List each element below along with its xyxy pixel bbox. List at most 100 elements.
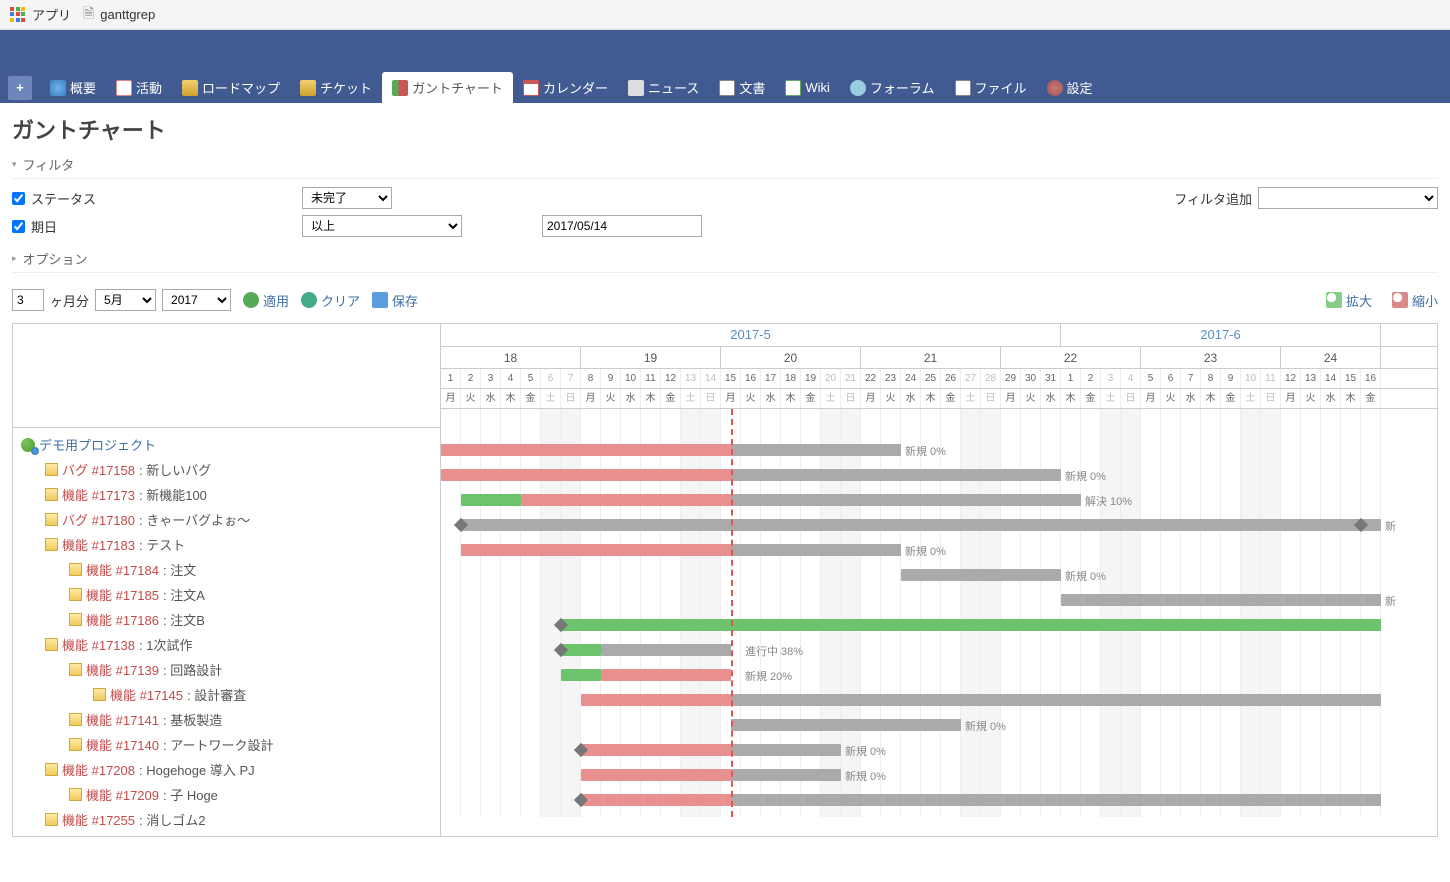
gantt-bar[interactable] xyxy=(731,769,841,781)
bar-row: 新規 0% xyxy=(441,738,1437,763)
ticket-row[interactable]: 機能 #17140: アートワーク設計 xyxy=(13,732,440,757)
ticket-row[interactable]: 機能 #17173: 新機能100 xyxy=(13,482,440,507)
filter-due-label[interactable]: 期日 xyxy=(12,217,292,236)
ticket-link[interactable]: 機能 #17138 xyxy=(62,635,135,654)
nav-tickets[interactable]: チケット xyxy=(290,72,382,103)
gantt-bar[interactable] xyxy=(581,694,731,706)
nav-roadmap[interactable]: ロードマップ xyxy=(172,72,290,103)
ticket-row[interactable]: 機能 #17183: テスト xyxy=(13,532,440,557)
nav-activity[interactable]: 活動 xyxy=(106,72,172,103)
ticket-link[interactable]: 機能 #17208 xyxy=(62,760,135,779)
ticket-row[interactable]: 機能 #17141: 基板製造 xyxy=(13,707,440,732)
filter-status-select[interactable]: 未完了 xyxy=(302,187,392,209)
ticket-link[interactable]: 機能 #17139 xyxy=(86,660,159,679)
ticket-link[interactable]: 機能 #17173 xyxy=(62,485,135,504)
nav-overview[interactable]: 概要 xyxy=(40,72,106,103)
filter-status-label[interactable]: ステータス xyxy=(12,189,292,208)
gantt-bar[interactable] xyxy=(441,444,731,456)
gantt-bar[interactable] xyxy=(731,694,1381,706)
nav-gantt[interactable]: ガントチャート xyxy=(382,72,513,103)
gantt-bar[interactable] xyxy=(521,494,731,506)
apps-shortcut[interactable]: アプリ xyxy=(10,5,71,24)
nav-settings[interactable]: 設定 xyxy=(1037,72,1103,103)
gantt-bar[interactable] xyxy=(1061,594,1381,606)
project-link[interactable]: デモ用プロジェクト xyxy=(39,435,156,454)
controls: ヶ月分 5月 2017 適用 クリア 保存 拡大 縮小 xyxy=(12,289,1438,311)
gantt-bar[interactable] xyxy=(731,544,901,556)
gantt-bar[interactable] xyxy=(901,569,1061,581)
project-row[interactable]: デモ用プロジェクト xyxy=(13,432,440,457)
ticket-subject: : 注文A xyxy=(163,585,205,604)
ticket-link[interactable]: 機能 #17185 xyxy=(86,585,159,604)
gantt-bar[interactable] xyxy=(731,719,961,731)
gantt-right-pane[interactable]: 2017-52017-61819202122232412345678910111… xyxy=(441,324,1437,836)
zoom-in-button[interactable]: 拡大 xyxy=(1326,291,1372,310)
filters-heading[interactable]: フィルタ xyxy=(12,155,1438,179)
gantt-bar[interactable] xyxy=(561,669,601,681)
gantt-bar[interactable] xyxy=(581,794,731,806)
ticket-row[interactable]: 機能 #17138: 1次試作 xyxy=(13,632,440,657)
gantt-bar[interactable] xyxy=(601,644,731,656)
ticket-row[interactable]: 機能 #17145: 設計審査 xyxy=(13,682,440,707)
filter-due-checkbox[interactable] xyxy=(12,220,25,233)
ticket-subject: : テスト xyxy=(139,535,185,554)
gantt-bar[interactable] xyxy=(461,519,1381,531)
roadmap-icon xyxy=(182,80,198,96)
year-select[interactable]: 2017 xyxy=(162,289,231,311)
ticket-row[interactable]: 機能 #17208: Hogehoge 導入 PJ xyxy=(13,757,440,782)
add-button[interactable]: + xyxy=(8,76,32,100)
ticket-link[interactable]: 機能 #17140 xyxy=(86,735,159,754)
gantt-bar[interactable] xyxy=(561,619,1381,631)
filter-due-date-input[interactable] xyxy=(542,215,702,237)
clear-button[interactable]: クリア xyxy=(301,291,360,310)
ticket-row[interactable]: バグ #17158: 新しいバグ xyxy=(13,457,440,482)
ticket-link[interactable]: 機能 #17186 xyxy=(86,610,159,629)
ticket-row[interactable]: 機能 #17186: 注文B xyxy=(13,607,440,632)
bar-row: 新規 0% xyxy=(441,438,1437,463)
nav-docs[interactable]: 文書 xyxy=(709,72,775,103)
ticket-link[interactable]: 機能 #17145 xyxy=(110,685,183,704)
filter-status-checkbox[interactable] xyxy=(12,192,25,205)
ticket-row[interactable]: 機能 #17184: 注文 xyxy=(13,557,440,582)
ticket-row[interactable]: 機能 #17139: 回路設計 xyxy=(13,657,440,682)
ticket-row[interactable]: 機能 #17255: 消しゴム2 xyxy=(13,807,440,832)
ticket-link[interactable]: 機能 #17184 xyxy=(86,560,159,579)
options-heading[interactable]: オプション xyxy=(12,249,1438,273)
gantt-bar[interactable] xyxy=(601,669,731,681)
ticket-link[interactable]: 機能 #17141 xyxy=(86,710,159,729)
gantt-bar[interactable] xyxy=(461,544,731,556)
gantt-bar[interactable] xyxy=(461,494,521,506)
ticket-row[interactable]: 機能 #17209: 子 Hoge xyxy=(13,782,440,807)
filter-due-op-select[interactable]: 以上 xyxy=(302,215,462,237)
gantt-left-header xyxy=(13,324,440,428)
filter-add-select[interactable] xyxy=(1258,187,1438,209)
zoom-out-button[interactable]: 縮小 xyxy=(1392,291,1438,310)
ticket-link[interactable]: バグ #17180 xyxy=(62,510,135,529)
gantt-bar[interactable] xyxy=(581,769,731,781)
save-button[interactable]: 保存 xyxy=(372,291,418,310)
gantt-bar[interactable] xyxy=(581,744,731,756)
month-select[interactable]: 5月 xyxy=(95,289,156,311)
ticket-link[interactable]: 機能 #17255 xyxy=(62,810,135,829)
gantt-bar[interactable] xyxy=(441,469,731,481)
ticket-link[interactable]: バグ #17158 xyxy=(62,460,135,479)
gantt-bar[interactable] xyxy=(731,494,1081,506)
gantt-bar[interactable] xyxy=(731,794,1381,806)
bar-status-label: 新規 0% xyxy=(965,718,1006,734)
ticket-row[interactable]: バグ #17180: きゃーバグよぉ～ xyxy=(13,507,440,532)
bar-status-label: 新 xyxy=(1385,593,1396,609)
months-input[interactable] xyxy=(12,289,44,311)
apply-button[interactable]: 適用 xyxy=(243,291,289,310)
nav-forum[interactable]: フォーラム xyxy=(840,72,945,103)
gantt-bar[interactable] xyxy=(731,469,1061,481)
ticket-row[interactable]: 機能 #17185: 注文A xyxy=(13,582,440,607)
ticket-link[interactable]: 機能 #17183 xyxy=(62,535,135,554)
nav-files[interactable]: ファイル xyxy=(945,72,1037,103)
nav-calendar[interactable]: カレンダー xyxy=(513,72,618,103)
gantt-bar[interactable] xyxy=(731,444,901,456)
browser-tab[interactable]: ganttgrep xyxy=(83,3,155,27)
gantt-bar[interactable] xyxy=(731,744,841,756)
nav-wiki[interactable]: Wiki xyxy=(775,74,840,102)
ticket-link[interactable]: 機能 #17209 xyxy=(86,785,159,804)
nav-news[interactable]: ニュース xyxy=(618,72,709,103)
